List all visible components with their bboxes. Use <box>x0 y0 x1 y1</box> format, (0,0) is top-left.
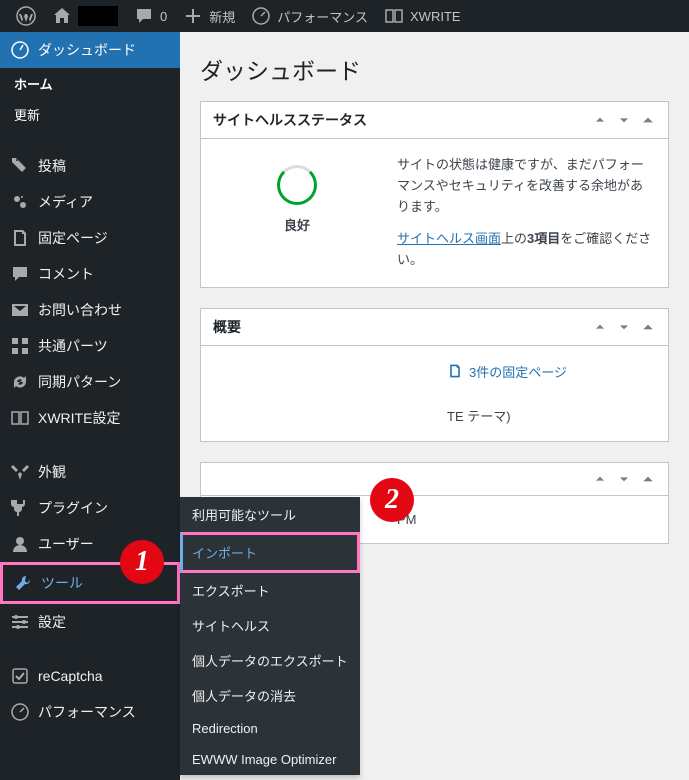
flyout-export[interactable]: エクスポート <box>180 573 360 608</box>
menu-label: reCaptcha <box>38 668 103 684</box>
comments-number: 0 <box>160 9 167 24</box>
flyout-site-health[interactable]: サイトヘルス <box>180 608 360 643</box>
card-heading <box>213 471 217 487</box>
comments-count[interactable]: 0 <box>126 6 175 26</box>
menu-label: 投稿 <box>38 156 66 176</box>
menu-media[interactable]: メディア <box>0 184 180 220</box>
page-title: ダッシュボード <box>200 32 669 101</box>
new-content[interactable]: 新規 <box>175 6 243 26</box>
menu-posts[interactable]: 投稿 <box>0 148 180 184</box>
health-status: 良好 <box>217 215 377 234</box>
admin-toolbar: 0 新規 パフォーマンス XWRITE <box>0 0 689 32</box>
menu-label: 外観 <box>38 462 66 482</box>
overview-card: 概要 3件の固定ページ TE テーマ) <box>200 308 669 443</box>
move-down-icon[interactable] <box>616 319 632 335</box>
menu-dashboard[interactable]: ダッシュボード <box>0 32 180 68</box>
flyout-erase-data[interactable]: 個人データの消去 <box>180 678 360 713</box>
menu-settings[interactable]: 設定 <box>0 604 180 640</box>
menu-label: お問い合わせ <box>38 300 122 320</box>
menu-performance[interactable]: パフォーマンス <box>0 694 180 730</box>
menu-plugins[interactable]: プラグイン <box>0 490 180 526</box>
menu-label: ユーザー <box>38 534 94 554</box>
menu-label: 固定ページ <box>38 228 108 248</box>
menu-label: ツール <box>41 573 83 593</box>
menu-label: ダッシュボード <box>38 40 136 60</box>
pages-icon <box>447 363 463 379</box>
card-heading: サイトヘルスステータス <box>213 110 367 130</box>
flyout-redirection[interactable]: Redirection <box>180 713 360 744</box>
performance-bar[interactable]: パフォーマンス <box>243 6 376 26</box>
menu-label: XWRITE設定 <box>38 408 120 428</box>
collapse-icon[interactable] <box>640 319 656 335</box>
menu-label: 共通パーツ <box>38 336 108 356</box>
menu-xwrite-settings[interactable]: XWRITE設定 <box>0 400 180 436</box>
menu-common-parts[interactable]: 共通パーツ <box>0 328 180 364</box>
flyout-ewww[interactable]: EWWW Image Optimizer <box>180 744 360 775</box>
health-indicator-icon <box>277 165 317 205</box>
wp-logo[interactable] <box>8 6 44 26</box>
health-description: サイトの状態は健康ですが、まだパフォーマンスやセキュリティを改善する余地がありま… <box>397 155 652 217</box>
xwrite-bar[interactable]: XWRITE <box>376 6 469 26</box>
move-up-icon[interactable] <box>592 471 608 487</box>
perf-label: パフォーマンス <box>277 7 368 26</box>
menu-label: メディア <box>38 192 93 212</box>
tools-flyout: 利用可能なツール インポート エクスポート サイトヘルス 個人データのエクスポー… <box>180 497 360 775</box>
admin-sidebar: ダッシュボード ホーム 更新 投稿 メディア 固定ページ コメント お問い合わせ… <box>0 32 180 780</box>
submenu-updates[interactable]: 更新 <box>0 99 180 130</box>
menu-sync-patterns[interactable]: 同期パターン <box>0 364 180 400</box>
move-up-icon[interactable] <box>592 319 608 335</box>
menu-label: 同期パターン <box>38 372 121 392</box>
menu-pages[interactable]: 固定ページ <box>0 220 180 256</box>
move-down-icon[interactable] <box>616 471 632 487</box>
menu-label: コメント <box>38 264 94 284</box>
xwrite-label: XWRITE <box>410 9 461 24</box>
site-home[interactable] <box>44 6 126 26</box>
theme-text: TE テーマ) <box>217 406 652 425</box>
menu-comments[interactable]: コメント <box>0 256 180 292</box>
pages-count-text: 3件の固定ページ <box>469 362 567 381</box>
site-health-card: サイトヘルスステータス 良好 サイトの状態は健康ですが、まだパフォーマンスやセキ… <box>200 101 669 288</box>
annotation-badge-2: 2 <box>370 478 414 522</box>
flyout-import[interactable]: インポート <box>180 532 360 573</box>
move-up-icon[interactable] <box>592 112 608 128</box>
new-label: 新規 <box>209 7 235 26</box>
flyout-export-data[interactable]: 個人データのエクスポート <box>180 643 360 678</box>
menu-label: 設定 <box>38 612 66 632</box>
annotation-badge-1: 1 <box>120 540 164 584</box>
menu-recaptcha[interactable]: reCaptcha <box>0 658 180 694</box>
flyout-available-tools[interactable]: 利用可能なツール <box>180 497 360 532</box>
collapse-icon[interactable] <box>640 471 656 487</box>
move-down-icon[interactable] <box>616 112 632 128</box>
site-health-link[interactable]: サイトヘルス画面 <box>397 231 501 246</box>
menu-contact[interactable]: お問い合わせ <box>0 292 180 328</box>
card-heading: 概要 <box>213 317 241 337</box>
menu-label: プラグイン <box>38 498 108 518</box>
collapse-icon[interactable] <box>640 112 656 128</box>
menu-appearance[interactable]: 外観 <box>0 454 180 490</box>
health-link-line: サイトヘルス画面上の3項目をご確認ください。 <box>397 229 652 271</box>
pages-count-link[interactable]: 3件の固定ページ <box>447 362 567 381</box>
menu-label: パフォーマンス <box>38 702 136 722</box>
submenu-home[interactable]: ホーム <box>0 68 180 99</box>
